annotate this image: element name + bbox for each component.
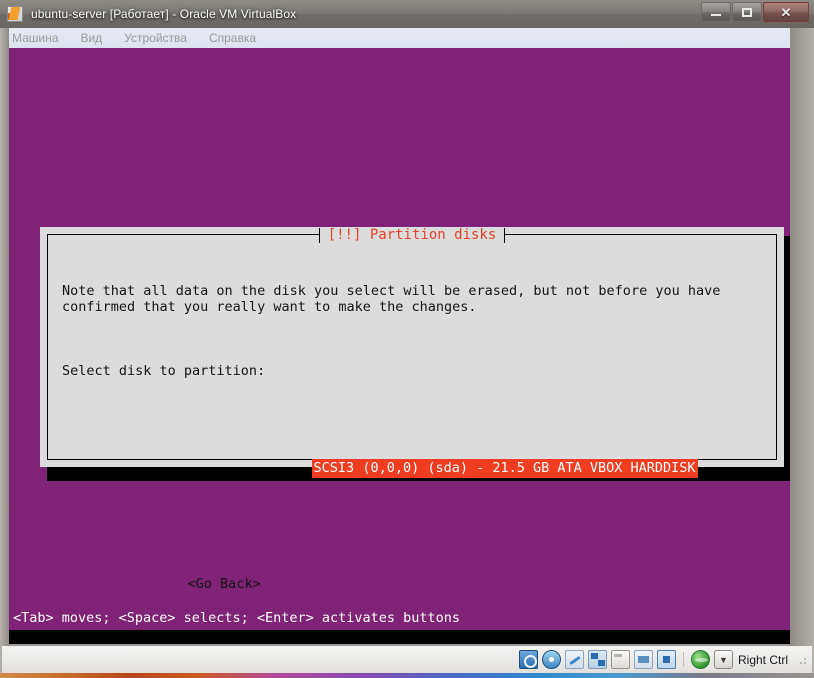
window-glow-strip (0, 673, 814, 678)
vm-display[interactable]: [!!] Partition disks Note that all data … (9, 48, 790, 644)
cpu-icon[interactable] (656, 650, 676, 669)
partition-disks-dialog: [!!] Partition disks Note that all data … (40, 227, 784, 592)
remote-display-icon[interactable] (690, 650, 710, 669)
go-back-button[interactable]: <Go Back> (188, 576, 261, 592)
host-key-label: Right Ctrl (737, 652, 788, 667)
disk-list: SCSI3 (0,0,0) (sda) - 21.5 GB ATA VBOX H… (62, 443, 766, 494)
usb-icon[interactable] (564, 650, 584, 669)
resize-grip[interactable] (796, 654, 808, 666)
guest-help-line: <Tab> moves; <Space> selects; <Enter> ac… (13, 610, 461, 626)
virtualbox-window: ubuntu-server [Работает] - Oracle VM Vir… (0, 0, 814, 678)
network-icon[interactable] (587, 650, 607, 669)
close-button[interactable]: ✕ (763, 2, 809, 22)
window-frame-left (0, 28, 9, 673)
disk-list-item-sda[interactable]: SCSI3 (0,0,0) (sda) - 21.5 GB ATA VBOX H… (311, 459, 698, 478)
dialog-button-row: <Go Back> (62, 560, 766, 608)
shared-folders-icon[interactable] (610, 650, 630, 669)
display-icon[interactable] (633, 650, 653, 669)
minimize-button[interactable] (701, 2, 731, 22)
dialog-body: Note that all data on the disk you selec… (62, 251, 766, 640)
window-title: ubuntu-server [Работает] - Oracle VM Vir… (31, 7, 297, 21)
virtualbox-icon (6, 5, 24, 23)
status-bar-separator (682, 652, 684, 667)
maximize-icon (742, 7, 752, 17)
dialog-title: [!!] Partition disks (319, 227, 505, 243)
menu-item-help[interactable]: Справка (209, 31, 256, 45)
host-key-icon[interactable] (713, 650, 733, 669)
dialog-title-bar: [!!] Partition disks (48, 227, 776, 243)
status-bar: Right Ctrl (2, 646, 812, 673)
dialog-prompt-text: Select disk to partition: (62, 363, 266, 379)
menu-item-machine[interactable]: Машина (12, 31, 58, 45)
dialog-title-tick-right (504, 227, 506, 243)
dialog-note-text: Note that all data on the disk you selec… (62, 283, 721, 315)
dialog-inner-frame: [!!] Partition disks Note that all data … (47, 227, 777, 592)
close-icon: ✕ (780, 4, 792, 20)
optical-drive-icon[interactable] (541, 650, 561, 669)
maximize-button[interactable] (732, 2, 762, 22)
guest-bottom-bar (9, 630, 790, 644)
menu-item-devices[interactable]: Устройства (124, 31, 187, 45)
title-bar: ubuntu-server [Работает] - Oracle VM Vir… (0, 0, 814, 28)
hard-disk-icon[interactable] (518, 650, 538, 669)
menu-item-view[interactable]: Вид (80, 31, 102, 45)
window-controls: ✕ (701, 2, 809, 22)
window-frame-right (790, 28, 814, 673)
minimize-icon (711, 14, 721, 16)
menu-bar: Машина Вид Устройства Справка (2, 28, 812, 48)
